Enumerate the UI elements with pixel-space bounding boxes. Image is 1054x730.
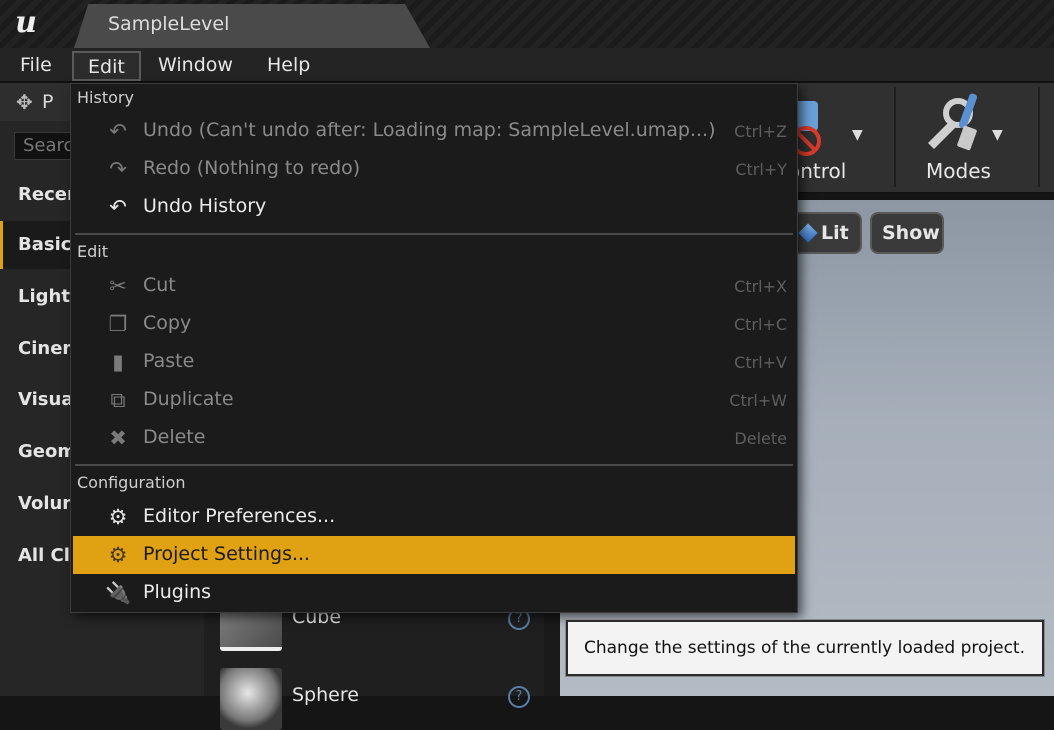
menu-item-cut-label: Cut [143,274,176,296]
section-divider [75,464,793,466]
menu-window[interactable]: Window [144,51,247,81]
modes-button-label[interactable]: Modes [926,159,991,183]
section-configuration-heading: Configuration [77,473,186,492]
title-bar: u SampleLevel [0,0,1054,48]
editor-preferences-icon: ⚙ [108,505,128,529]
project-settings-icon: ⚙ [108,543,128,567]
shortcut-label: Ctrl+Z [734,122,787,141]
menu-item-copy[interactable]: ❐ Copy Ctrl+C [73,305,795,343]
section-divider [75,233,793,235]
sphere-thumbnail[interactable] [220,668,282,730]
scissors-icon: ✂ [109,274,127,298]
control-dropdown-icon[interactable]: ▼ [852,127,863,143]
menu-item-plugins[interactable]: 🔌 Plugins [73,574,795,612]
help-icon[interactable]: ? [508,686,530,708]
menu-help[interactable]: Help [253,51,324,81]
menu-item-undo-label: Undo (Can't undo after: Loading map: Sam… [143,119,716,141]
paste-icon: ▮ [112,350,124,374]
section-history-heading: History [77,88,134,107]
edit-menu-dropdown: History ↶ Undo (Can't undo after: Loadin… [70,83,798,613]
modes-icon[interactable] [920,91,984,155]
menu-item-project-settings[interactable]: ⚙ Project Settings... [73,536,795,574]
menu-bar: File Edit Window Help [0,48,1054,82]
menu-item-paste-label: Paste [143,350,195,372]
menu-edit[interactable]: Edit [72,51,141,81]
show-button[interactable]: Show [870,212,944,254]
shortcut-label: Ctrl+C [733,315,787,334]
menu-item-delete[interactable]: ✖ Delete Delete [73,419,795,457]
delete-icon: ✖ [109,426,127,450]
shortcut-label: Delete [734,429,787,448]
asset-sphere-label[interactable]: Sphere [292,684,359,706]
copy-icon: ❐ [108,312,128,336]
menu-item-redo[interactable]: ↷ Redo (Nothing to redo) Ctrl+Y [73,150,795,188]
undo-icon: ↶ [109,119,127,143]
menu-file[interactable]: File [6,51,66,81]
duplicate-icon: ⧉ [110,388,126,412]
menu-item-copy-label: Copy [143,312,192,334]
lit-view-mode-button[interactable]: Lit [790,212,862,254]
lit-mode-icon [798,223,818,243]
level-tab[interactable]: SampleLevel [74,4,430,48]
menu-item-paste[interactable]: ▮ Paste Ctrl+V [73,343,795,381]
menu-item-project-settings-label: Project Settings... [143,543,311,565]
undo-history-icon: ↶ [109,195,127,219]
menu-item-undo[interactable]: ↶ Undo (Can't undo after: Loading map: S… [73,112,795,150]
toolbar-separator [1038,87,1040,187]
menu-item-editor-preferences[interactable]: ⚙ Editor Preferences... [73,498,795,536]
menu-item-plugins-label: Plugins [143,581,212,603]
shortcut-label: Ctrl+Y [735,160,787,179]
level-tab-label: SampleLevel [108,13,230,35]
menu-item-undo-history-label: Undo History [143,195,267,217]
redo-icon: ↷ [109,157,127,181]
place-actors-icon: ✥ [16,90,33,114]
menu-item-duplicate[interactable]: ⧉ Duplicate Ctrl+W [73,381,795,419]
section-edit-heading: Edit [77,242,108,261]
shortcut-label: Ctrl+V [734,353,787,372]
tooltip: Change the settings of the currently loa… [566,620,1044,676]
menu-item-redo-label: Redo (Nothing to redo) [143,157,361,179]
menu-item-delete-label: Delete [143,426,206,448]
shortcut-label: Ctrl+W [729,391,787,410]
plugins-icon: 🔌 [105,581,132,605]
menu-item-undo-history[interactable]: ↶ Undo History [73,188,795,226]
unreal-logo-icon[interactable]: u [6,3,46,43]
toolbar-separator [894,87,896,187]
menu-item-cut[interactable]: ✂ Cut Ctrl+X [73,267,795,305]
lit-label: Lit [821,222,849,244]
panel-tab-label: P [42,91,54,113]
menu-item-editor-preferences-label: Editor Preferences... [143,505,336,527]
menu-item-duplicate-label: Duplicate [143,388,234,410]
modes-dropdown-icon[interactable]: ▼ [992,127,1003,143]
shortcut-label: Ctrl+X [734,277,787,296]
